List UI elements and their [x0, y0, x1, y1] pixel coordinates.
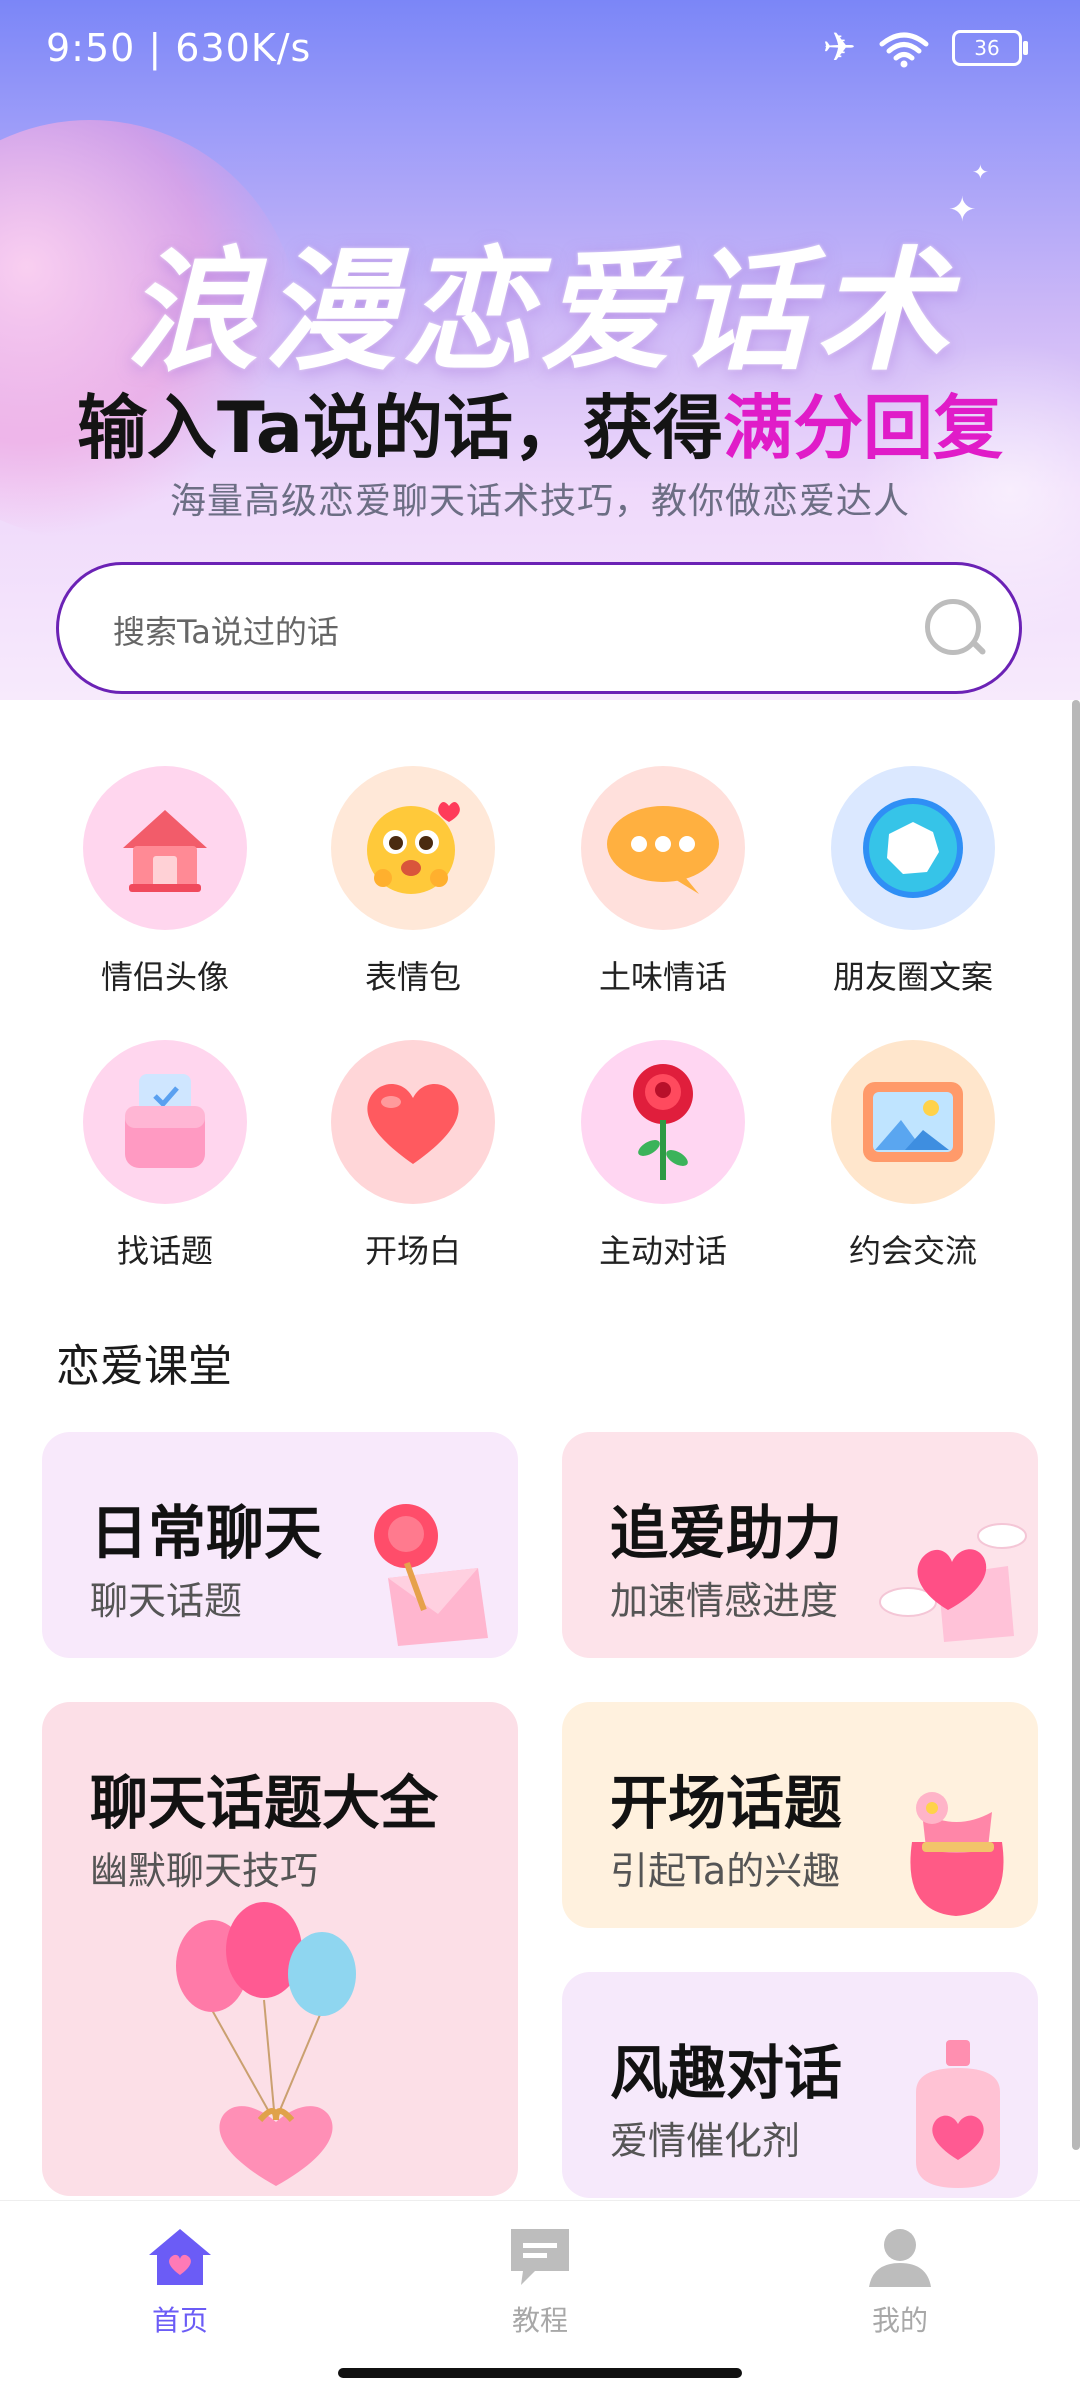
- card-subtitle: 加速情感进度: [610, 1579, 839, 1623]
- feature-moments-copy[interactable]: 朋友圈文案: [788, 766, 1038, 998]
- hero-title: 浪漫恋爱话术: [126, 235, 954, 389]
- card-title: 聊天话题大全: [90, 1769, 439, 1837]
- card-subtitle: 爱情催化剂: [610, 2119, 801, 2163]
- rose-icon: [581, 1040, 745, 1204]
- battery-icon: 36: [952, 30, 1028, 66]
- nav-label: 教程: [511, 2304, 568, 2337]
- card-daily-chat[interactable]: 日常聊天 聊天话题: [42, 1432, 518, 1658]
- card-subtitle: 幽默聊天技巧: [90, 1849, 319, 1893]
- card-witty-talk[interactable]: 风趣对话 爱情催化剂: [562, 1972, 1038, 2198]
- card-title: 开场话题: [610, 1769, 843, 1837]
- feature-label: 表情包: [364, 958, 461, 996]
- feature-active-chat[interactable]: 主动对话: [538, 1040, 788, 1272]
- scrollbar[interactable]: [1072, 700, 1080, 2150]
- status-bar: 9:50 | 630K/s ✈ 36: [0, 0, 1080, 95]
- card-chat-topics-collection[interactable]: 聊天话题大全 幽默聊天技巧: [42, 1702, 518, 2196]
- hero-subtitle-main: 输入Ta说的话，获得: [77, 387, 723, 469]
- feature-couple-avatar[interactable]: 情侣头像: [40, 766, 290, 998]
- airplane-icon: ✈: [822, 25, 856, 71]
- picture-icon: [831, 1040, 995, 1204]
- card-love-boost[interactable]: 追爱助力 加速情感进度: [562, 1432, 1038, 1658]
- card-opening-topics[interactable]: 开场话题 引起Ta的兴趣: [562, 1702, 1038, 1928]
- section-title: 恋爱课堂: [56, 1341, 232, 1392]
- house-icon: [83, 766, 247, 930]
- feature-label: 朋友圈文案: [832, 958, 993, 996]
- pocket-icon: [83, 1040, 247, 1204]
- message-icon: [511, 2229, 569, 2285]
- nav-home[interactable]: 首页: [80, 2225, 280, 2339]
- feature-label: 情侣头像: [100, 958, 229, 996]
- nav-profile[interactable]: 我的: [800, 2225, 1000, 2339]
- hero-description: 海量高级恋爱聊天话术技巧，教你做恋爱达人: [169, 481, 910, 522]
- aperture-icon: [831, 766, 995, 930]
- sparkle-icon: ✦: [972, 160, 989, 184]
- heart-icon: [331, 1040, 495, 1204]
- person-icon: [869, 2229, 931, 2287]
- feature-label: 主动对话: [598, 1232, 727, 1270]
- nav-tutorial[interactable]: 教程: [440, 2225, 640, 2339]
- search-input[interactable]: 搜索Ta说过的话: [113, 607, 339, 653]
- balloons-icon: [176, 1902, 356, 2186]
- hero-subtitle-highlight: 满分回复: [722, 387, 1003, 469]
- winged-heart-icon: [879, 1523, 1027, 1642]
- status-icons: ✈ 36: [822, 25, 1028, 71]
- feature-label: 开场白: [364, 1232, 461, 1270]
- gift-pouch-icon: [910, 1792, 1004, 1916]
- feature-label: 约会交流: [848, 1232, 977, 1270]
- nav-label: 我的: [871, 2304, 928, 2337]
- feature-cheesy-lines[interactable]: 土味情话: [538, 766, 788, 998]
- rose-envelope-icon: [374, 1504, 488, 1646]
- status-time: 9:50 | 630K/s: [46, 26, 312, 70]
- home-icon: [149, 2229, 211, 2285]
- chat-bubble-icon: [581, 766, 745, 930]
- nav-label: 首页: [151, 2304, 208, 2337]
- card-title: 风趣对话: [610, 2039, 843, 2107]
- emoji-icon: [331, 766, 495, 930]
- home-indicator[interactable]: [338, 2368, 742, 2378]
- feature-label: 土味情话: [598, 958, 727, 996]
- search-icon[interactable]: [925, 599, 981, 655]
- feature-find-topics[interactable]: 找话题: [40, 1040, 290, 1272]
- card-title: 追爱助力: [610, 1499, 843, 1567]
- feature-date-talk[interactable]: 约会交流: [788, 1040, 1038, 1272]
- hero-subtitle: 输入Ta说的话，获得满分回复: [0, 372, 1080, 473]
- card-subtitle: 引起Ta的兴趣: [610, 1849, 841, 1893]
- feature-label: 找话题: [116, 1232, 213, 1270]
- wifi-icon: [879, 32, 929, 68]
- feature-opening-lines[interactable]: 开场白: [288, 1040, 538, 1272]
- feature-stickers[interactable]: 表情包: [288, 766, 538, 998]
- card-title: 日常聊天: [90, 1499, 323, 1567]
- perfume-bottle-icon: [916, 2040, 1000, 2188]
- hero-banner: ✦ ✦ 浪漫恋爱话术 输入Ta说的话，获得满分回复 海量高级恋爱聊天话术技巧，教…: [0, 0, 1080, 700]
- search-bar[interactable]: 搜索Ta说过的话: [56, 562, 1022, 694]
- card-subtitle: 聊天话题: [90, 1579, 243, 1623]
